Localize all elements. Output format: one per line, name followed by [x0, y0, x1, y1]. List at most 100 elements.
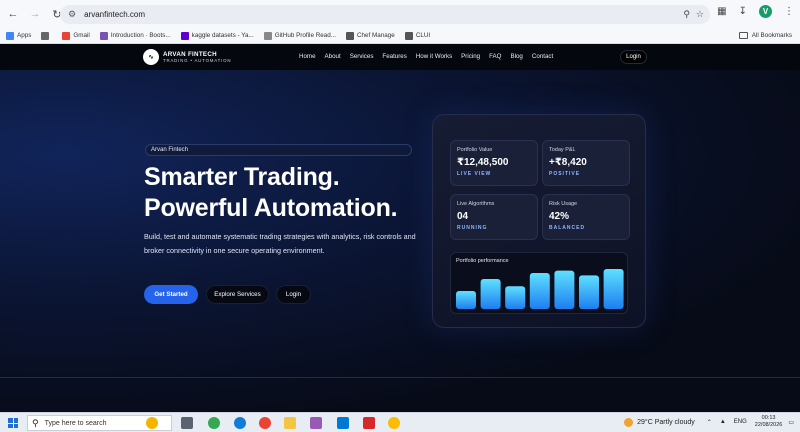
- nav-links: Home About Services Features How it Work…: [299, 53, 562, 60]
- nav-link-how-it-works[interactable]: How it Works: [416, 53, 452, 60]
- nav-link-features[interactable]: Features: [382, 53, 406, 60]
- windows-taskbar: ⚲ Type here to search 29°C Partly cloudy…: [0, 412, 800, 432]
- stat-label: Portfolio Value: [457, 147, 493, 153]
- bookmark-item[interactable]: GitHub Profile Read...: [263, 31, 336, 40]
- url-text[interactable]: arvanfintech.com: [84, 10, 145, 19]
- forward-arrow-icon[interactable]: →: [26, 5, 44, 23]
- brand-logo[interactable]: ∿ ARVAN FINTECH TRADING • AUTOMATION: [143, 49, 231, 65]
- bookmark-label: kaggle datasets - Ya...: [191, 32, 254, 39]
- chrome-icon[interactable]: [208, 417, 220, 429]
- taskbar-clock[interactable]: 00:13 22/08/2026: [755, 415, 783, 429]
- folder-icon: [738, 32, 748, 39]
- browser-toolbar: ← → ↻ ⚙ arvanfintech.com ⚲ ☆ ▦ ↧ V ⋮: [0, 0, 800, 28]
- file-explorer-icon[interactable]: [284, 417, 296, 429]
- chrome-active-icon[interactable]: [388, 417, 400, 429]
- nav-link-about[interactable]: About: [325, 53, 341, 60]
- stat-sub: POSITIVE: [549, 171, 581, 177]
- address-bar[interactable]: ⚙ arvanfintech.com ⚲ ☆: [60, 5, 710, 24]
- windows-start-icon[interactable]: [8, 418, 18, 428]
- hero-title-line-2: Powerful Automation.: [144, 194, 398, 222]
- nav-link-contact[interactable]: Contact: [532, 53, 553, 60]
- stat-card-live-algorithms: Live Algorithms 04 RUNNING: [450, 194, 538, 240]
- performance-bar: [554, 270, 575, 309]
- hero-description: Build, test and automate systematic trad…: [144, 232, 416, 255]
- website-viewport: ∿ ARVAN FINTECH TRADING • AUTOMATION Hom…: [0, 44, 800, 412]
- gmail-icon: [62, 31, 71, 40]
- profile-avatar[interactable]: V: [759, 5, 772, 18]
- bookmark-label: Introduction · Boots...: [110, 32, 171, 39]
- section-divider: [0, 377, 800, 378]
- bookmark-label: GitHub Profile Read...: [274, 32, 336, 39]
- explore-services-button[interactable]: Explore Services: [206, 285, 269, 304]
- all-bookmarks-button[interactable]: All Bookmarks: [738, 32, 792, 39]
- nav-link-pricing[interactable]: Pricing: [461, 53, 480, 60]
- stat-label: Today P&L: [549, 147, 576, 153]
- bookmark-item[interactable]: Gmail: [62, 31, 90, 40]
- grid-icon: [41, 31, 50, 40]
- app-icon[interactable]: [310, 417, 322, 429]
- nav-link-services[interactable]: Services: [350, 53, 374, 60]
- hero-title: Smarter Trading. Powerful Automation.: [144, 162, 398, 224]
- network-icon[interactable]: ▲: [720, 419, 726, 425]
- globe-icon: [404, 31, 413, 40]
- bookmark-item[interactable]: CLUI: [404, 31, 431, 40]
- stat-label: Risk Usage: [549, 201, 578, 207]
- menu-kebab-icon[interactable]: ⋮: [784, 6, 794, 17]
- bookmark-item[interactable]: Chef Manage: [346, 31, 395, 40]
- stat-label: Live Algorithms: [457, 201, 495, 207]
- hero-badge: Arvan Fintech: [145, 144, 412, 156]
- bookmark-star-icon[interactable]: ☆: [696, 9, 704, 20]
- site-settings-icon[interactable]: ⚙: [68, 9, 76, 20]
- site-navbar: ∿ ARVAN FINTECH TRADING • AUTOMATION Hom…: [0, 44, 800, 70]
- performance-bar: [603, 269, 624, 309]
- stat-value: ₹12,48,500: [457, 157, 509, 168]
- get-started-button[interactable]: Get Started: [144, 285, 198, 304]
- wps-icon[interactable]: [363, 417, 375, 429]
- vscode-icon[interactable]: [337, 417, 349, 429]
- nav-link-faq[interactable]: FAQ: [489, 53, 501, 60]
- bookmark-label: Chef Manage: [357, 32, 395, 39]
- bookmark-item[interactable]: Introduction · Boots...: [99, 31, 171, 40]
- tray-chevron-icon[interactable]: ⌃: [707, 419, 712, 426]
- performance-bar: [505, 286, 526, 309]
- bookmarks-bar: Apps Gmail Introduction · Boots... kaggle d…: [0, 28, 800, 44]
- language-indicator[interactable]: ENG: [734, 419, 747, 425]
- task-view-icon[interactable]: [181, 417, 193, 429]
- copilot-icon[interactable]: [146, 417, 158, 429]
- nav-login-button[interactable]: Login: [620, 50, 647, 64]
- chrome-profile-icon[interactable]: [259, 417, 271, 429]
- stat-value: +₹8,420: [549, 157, 587, 168]
- stat-sub: LIVE VIEW: [457, 171, 492, 177]
- yahoo-icon: [180, 31, 189, 40]
- bookmark-item[interactable]: Apps: [6, 31, 32, 40]
- zoom-icon[interactable]: ⚲: [683, 9, 690, 20]
- bootstrap-icon: [99, 31, 108, 40]
- bookmark-label: Apps: [17, 32, 32, 39]
- hero-login-button[interactable]: Login: [276, 285, 311, 304]
- search-icon: ⚲: [32, 417, 39, 428]
- stat-sub: RUNNING: [457, 225, 488, 231]
- taskbar-search-placeholder: Type here to search: [44, 419, 107, 427]
- bookmark-label: Gmail: [73, 32, 90, 39]
- notification-icon[interactable]: ▭: [788, 419, 794, 426]
- edge-icon[interactable]: [234, 417, 246, 429]
- brand-tagline: TRADING • AUTOMATION: [163, 57, 232, 63]
- back-arrow-icon[interactable]: ←: [4, 5, 22, 23]
- performance-chart-panel: Portfolio performance: [450, 252, 628, 314]
- logo-mark-icon: ∿: [143, 49, 159, 65]
- weather-icon: [624, 417, 634, 427]
- performance-bar-chart: [456, 269, 624, 309]
- nav-link-home[interactable]: Home: [299, 53, 316, 60]
- bookmark-item[interactable]: [41, 31, 52, 40]
- extensions-icon[interactable]: ▦: [717, 6, 726, 17]
- download-icon[interactable]: ↧: [739, 6, 747, 17]
- hero-title-line-1: Smarter Trading.: [144, 163, 340, 191]
- weather-widget[interactable]: 29°C Partly cloudy: [624, 417, 695, 427]
- stat-card-portfolio-value: Portfolio Value ₹12,48,500 LIVE VIEW: [450, 140, 538, 186]
- globe-icon: [346, 31, 354, 40]
- nav-link-blog[interactable]: Blog: [510, 53, 522, 60]
- bookmark-item[interactable]: kaggle datasets - Ya...: [180, 31, 254, 40]
- bookmark-label: CLUI: [415, 32, 431, 39]
- brand-name: ARVAN FINTECH: [163, 50, 217, 58]
- apps-grid-icon: [6, 31, 14, 40]
